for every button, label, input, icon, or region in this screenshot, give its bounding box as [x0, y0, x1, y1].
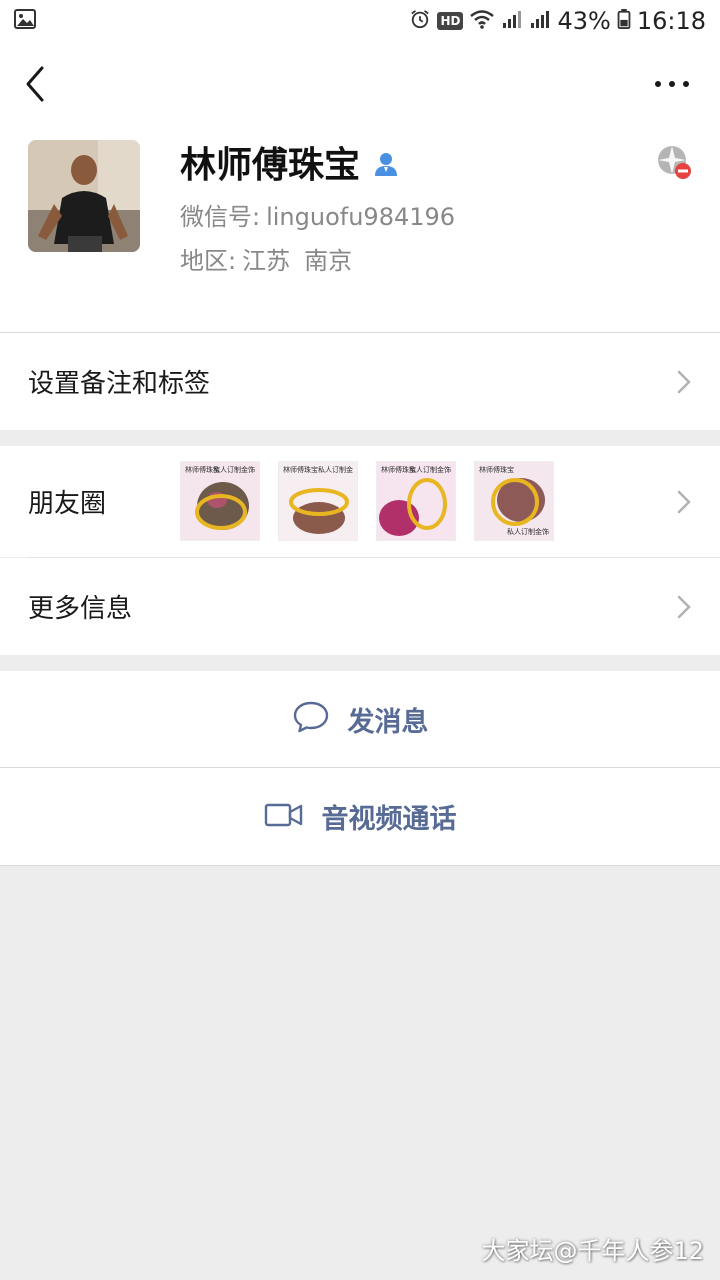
remark-tags-row[interactable]: 设置备注和标签: [0, 333, 720, 430]
top-bar: [0, 42, 720, 128]
gallery-icon: [14, 7, 36, 35]
more-info-row[interactable]: 更多信息: [0, 558, 720, 655]
moments-row[interactable]: 朋友圈 林师傅珠宝 私人订制金饰 林师傅珠宝 私人订制金 林师傅珠宝 私人订制金…: [0, 446, 720, 557]
send-message-button[interactable]: 发消息: [0, 671, 720, 767]
moments-thumbnail: 林师傅珠宝 私人订制金饰: [180, 461, 260, 541]
region-city: 南京: [304, 247, 353, 275]
hd-icon: HD: [437, 12, 464, 30]
wechat-id-value: linguofu984196: [266, 203, 456, 231]
status-bar: HD 43% 16:18: [0, 0, 720, 42]
remark-tags-label: 设置备注和标签: [28, 369, 211, 399]
clock: 16:18: [636, 7, 706, 35]
wechat-id: 微信号: linguofu984196: [180, 202, 455, 232]
back-arrow-icon[interactable]: [18, 62, 54, 106]
battery-icon: [617, 7, 631, 35]
moments-thumbnail: 林师傅珠宝 私人订制金饰: [474, 461, 554, 541]
profile-card: 林师傅珠宝 微信号: linguofu984196 地区: 江苏 南京: [0, 128, 720, 332]
send-message-label: 发消息: [347, 706, 429, 738]
more-info-label: 更多信息: [28, 594, 133, 624]
battery-percent: 43%: [557, 7, 611, 35]
video-camera-icon: [264, 802, 304, 832]
region: 地区: 江苏 南京: [180, 246, 352, 276]
region-province: 江苏: [242, 247, 291, 275]
divider: [0, 865, 720, 866]
profile-name: 林师傅珠宝: [180, 145, 361, 186]
watermark: 大家坛@千年人参12: [481, 1237, 704, 1265]
more-dots-icon[interactable]: [652, 66, 692, 102]
wifi-icon: [469, 7, 495, 35]
chevron-right-icon: [676, 593, 692, 621]
video-call-button[interactable]: 音视频通话: [0, 768, 720, 865]
signal-4g-icon: [529, 7, 551, 35]
moments-label: 朋友圈: [28, 489, 107, 519]
avatar[interactable]: [28, 140, 140, 252]
moments-thumbnail: 林师傅珠宝 私人订制金饰: [376, 461, 456, 541]
moments-thumbnail: 林师傅珠宝 私人订制金: [278, 461, 358, 541]
chevron-right-icon: [676, 368, 692, 396]
chat-bubble-icon: [292, 700, 330, 738]
star-friend-blocked-icon[interactable]: [656, 144, 692, 180]
video-call-label: 音视频通话: [321, 804, 457, 835]
signal-icon: [501, 7, 523, 35]
chevron-right-icon: [676, 488, 692, 516]
region-label: 地区:: [180, 247, 237, 275]
alarm-icon: [409, 7, 431, 35]
moments-thumbnails: 林师傅珠宝 私人订制金饰 林师傅珠宝 私人订制金 林师傅珠宝 私人订制金饰 林师…: [180, 461, 554, 541]
wechat-id-label: 微信号:: [180, 203, 261, 231]
verified-user-icon: [372, 150, 400, 182]
